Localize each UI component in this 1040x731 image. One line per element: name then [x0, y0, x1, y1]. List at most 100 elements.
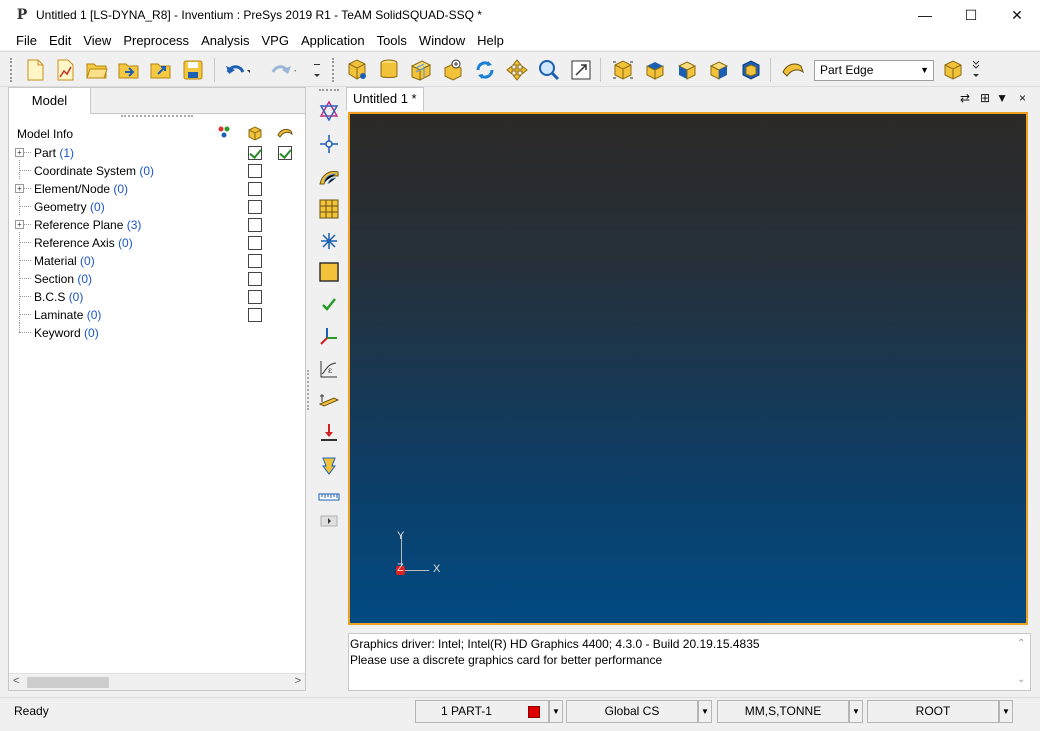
part-select-icon[interactable]: [440, 57, 466, 83]
tab-list-icon[interactable]: ⇄: [960, 91, 970, 105]
coordinate-tools-icon[interactable]: [317, 324, 341, 348]
part-surface-checkbox[interactable]: [278, 146, 292, 160]
zoom-window-icon[interactable]: [568, 57, 594, 83]
menu-analysis[interactable]: Analysis: [199, 33, 251, 48]
panel-grip[interactable]: [121, 115, 193, 118]
coordinate-system-checkbox[interactable]: [248, 164, 262, 178]
part-tools-icon[interactable]: [317, 260, 341, 284]
console-scrollbar[interactable]: ⌃ ⌄: [1014, 634, 1030, 690]
toolbar-overflow-icon[interactable]: [970, 57, 982, 83]
view-fit-icon[interactable]: [738, 57, 764, 83]
section-checkbox[interactable]: [248, 272, 262, 286]
toolbar-more-icon[interactable]: [317, 513, 341, 529]
geometry-checkbox[interactable]: [248, 200, 262, 214]
laminate-checkbox[interactable]: [248, 308, 262, 322]
menu-vpg[interactable]: VPG: [259, 33, 290, 48]
node-tools-icon[interactable]: [317, 132, 341, 156]
material-checkbox[interactable]: [248, 254, 262, 268]
geometry-tools-icon[interactable]: [317, 99, 341, 123]
box-select-icon[interactable]: [940, 57, 966, 83]
tree-item-section[interactable]: Section (0): [9, 268, 305, 288]
message-console[interactable]: Graphics driver: Intel; Intel(R) HD Grap…: [348, 633, 1031, 691]
selection-mode-dropdown[interactable]: Part Edge ▼: [814, 60, 934, 81]
ruler-icon[interactable]: [317, 485, 341, 509]
tab-model[interactable]: Model: [9, 88, 91, 114]
toolbar-grip[interactable]: [10, 58, 14, 82]
tree-item-bcs[interactable]: B.C.S (0): [9, 286, 305, 306]
scroll-up-icon[interactable]: ⌃: [1017, 636, 1025, 652]
horizontal-scrollbar[interactable]: < >: [9, 673, 305, 690]
menu-edit[interactable]: Edit: [47, 33, 73, 48]
expand-icon[interactable]: +: [15, 220, 24, 229]
tree-item-part[interactable]: + Part (1): [9, 144, 305, 162]
surface-visibility-icon[interactable]: [277, 125, 293, 144]
new-model-icon[interactable]: [52, 57, 78, 83]
export-icon[interactable]: [148, 57, 174, 83]
window-menu-icon[interactable]: ▼: [996, 91, 1008, 105]
tree-item-reference-plane[interactable]: + Reference Plane (3): [9, 216, 305, 234]
minimize-button[interactable]: —: [902, 0, 948, 30]
maximize-button[interactable]: ☐: [948, 0, 994, 30]
reference-plane-checkbox[interactable]: [248, 218, 262, 232]
root-selector[interactable]: ROOT: [867, 700, 999, 723]
redo-icon[interactable]: [270, 57, 296, 83]
view-front-icon[interactable]: [674, 57, 700, 83]
part-edge-icon[interactable]: [780, 57, 806, 83]
part-visible-checkbox[interactable]: [248, 146, 262, 160]
graphics-viewport[interactable]: Y Z X: [348, 112, 1028, 625]
view-iso-icon[interactable]: [610, 57, 636, 83]
scroll-left-icon[interactable]: <: [13, 675, 19, 687]
tile-windows-icon[interactable]: ⊞: [980, 91, 990, 105]
current-part-selector[interactable]: 1 PART-1: [415, 700, 549, 723]
cylinder-icon[interactable]: [376, 57, 402, 83]
close-document-icon[interactable]: ×: [1019, 91, 1026, 105]
tab-untitled-1[interactable]: Untitled 1 *: [346, 87, 424, 111]
check-tools-icon[interactable]: [317, 292, 341, 316]
menu-help[interactable]: Help: [475, 33, 506, 48]
color-dots-icon[interactable]: [217, 125, 231, 142]
toolbar-grip[interactable]: [332, 58, 336, 82]
element-node-checkbox[interactable]: [248, 182, 262, 196]
coordinate-system-dropdown-button[interactable]: ▼: [698, 700, 712, 723]
bcs-checkbox[interactable]: [248, 290, 262, 304]
panel-splitter[interactable]: [307, 370, 311, 410]
root-dropdown-button[interactable]: ▼: [999, 700, 1013, 723]
menu-window[interactable]: Window: [417, 33, 467, 48]
view-top-icon[interactable]: [642, 57, 668, 83]
expand-icon[interactable]: +: [15, 148, 24, 157]
tree-item-laminate[interactable]: Laminate (0): [9, 304, 305, 324]
menu-tools[interactable]: Tools: [375, 33, 409, 48]
toolbar-grip[interactable]: [319, 89, 339, 91]
tree-item-reference-axis[interactable]: Reference Axis (0): [9, 232, 305, 252]
toolbar-overflow-icon[interactable]: [312, 57, 322, 83]
zoom-icon[interactable]: [536, 57, 562, 83]
mesh-tools-icon[interactable]: [317, 197, 341, 221]
tree-item-element-node[interactable]: + Element/Node (0): [9, 180, 305, 198]
connection-tools-icon[interactable]: [317, 229, 341, 253]
part-dropdown-button[interactable]: ▼: [549, 700, 563, 723]
tree-item-keyword[interactable]: Keyword (0): [9, 322, 305, 342]
unit-system-selector[interactable]: MM,S,TONNE: [717, 700, 849, 723]
surface-tools-icon[interactable]: [317, 165, 341, 189]
boundary-condition-icon[interactable]: [317, 421, 341, 445]
part-visibility-icon[interactable]: [247, 125, 263, 144]
scroll-right-icon[interactable]: >: [295, 675, 301, 687]
open-folder-icon[interactable]: [84, 57, 110, 83]
tree-item-geometry[interactable]: Geometry (0): [9, 196, 305, 216]
menu-file[interactable]: File: [14, 33, 39, 48]
close-button[interactable]: ✕: [994, 0, 1040, 30]
pan-view-icon[interactable]: [504, 57, 530, 83]
section-tools-icon[interactable]: [317, 389, 341, 413]
part-manager-icon[interactable]: [344, 57, 370, 83]
scroll-thumb[interactable]: [27, 677, 109, 688]
menu-application[interactable]: Application: [299, 33, 367, 48]
tree-item-material[interactable]: Material (0): [9, 250, 305, 270]
material-curve-icon[interactable]: ε: [317, 357, 341, 381]
load-tools-icon[interactable]: [317, 453, 341, 477]
rotate-view-icon[interactable]: [472, 57, 498, 83]
mesh-surface-icon[interactable]: [408, 57, 434, 83]
reference-axis-checkbox[interactable]: [248, 236, 262, 250]
import-icon[interactable]: [116, 57, 142, 83]
new-file-icon[interactable]: [22, 57, 48, 83]
expand-icon[interactable]: +: [15, 184, 24, 193]
